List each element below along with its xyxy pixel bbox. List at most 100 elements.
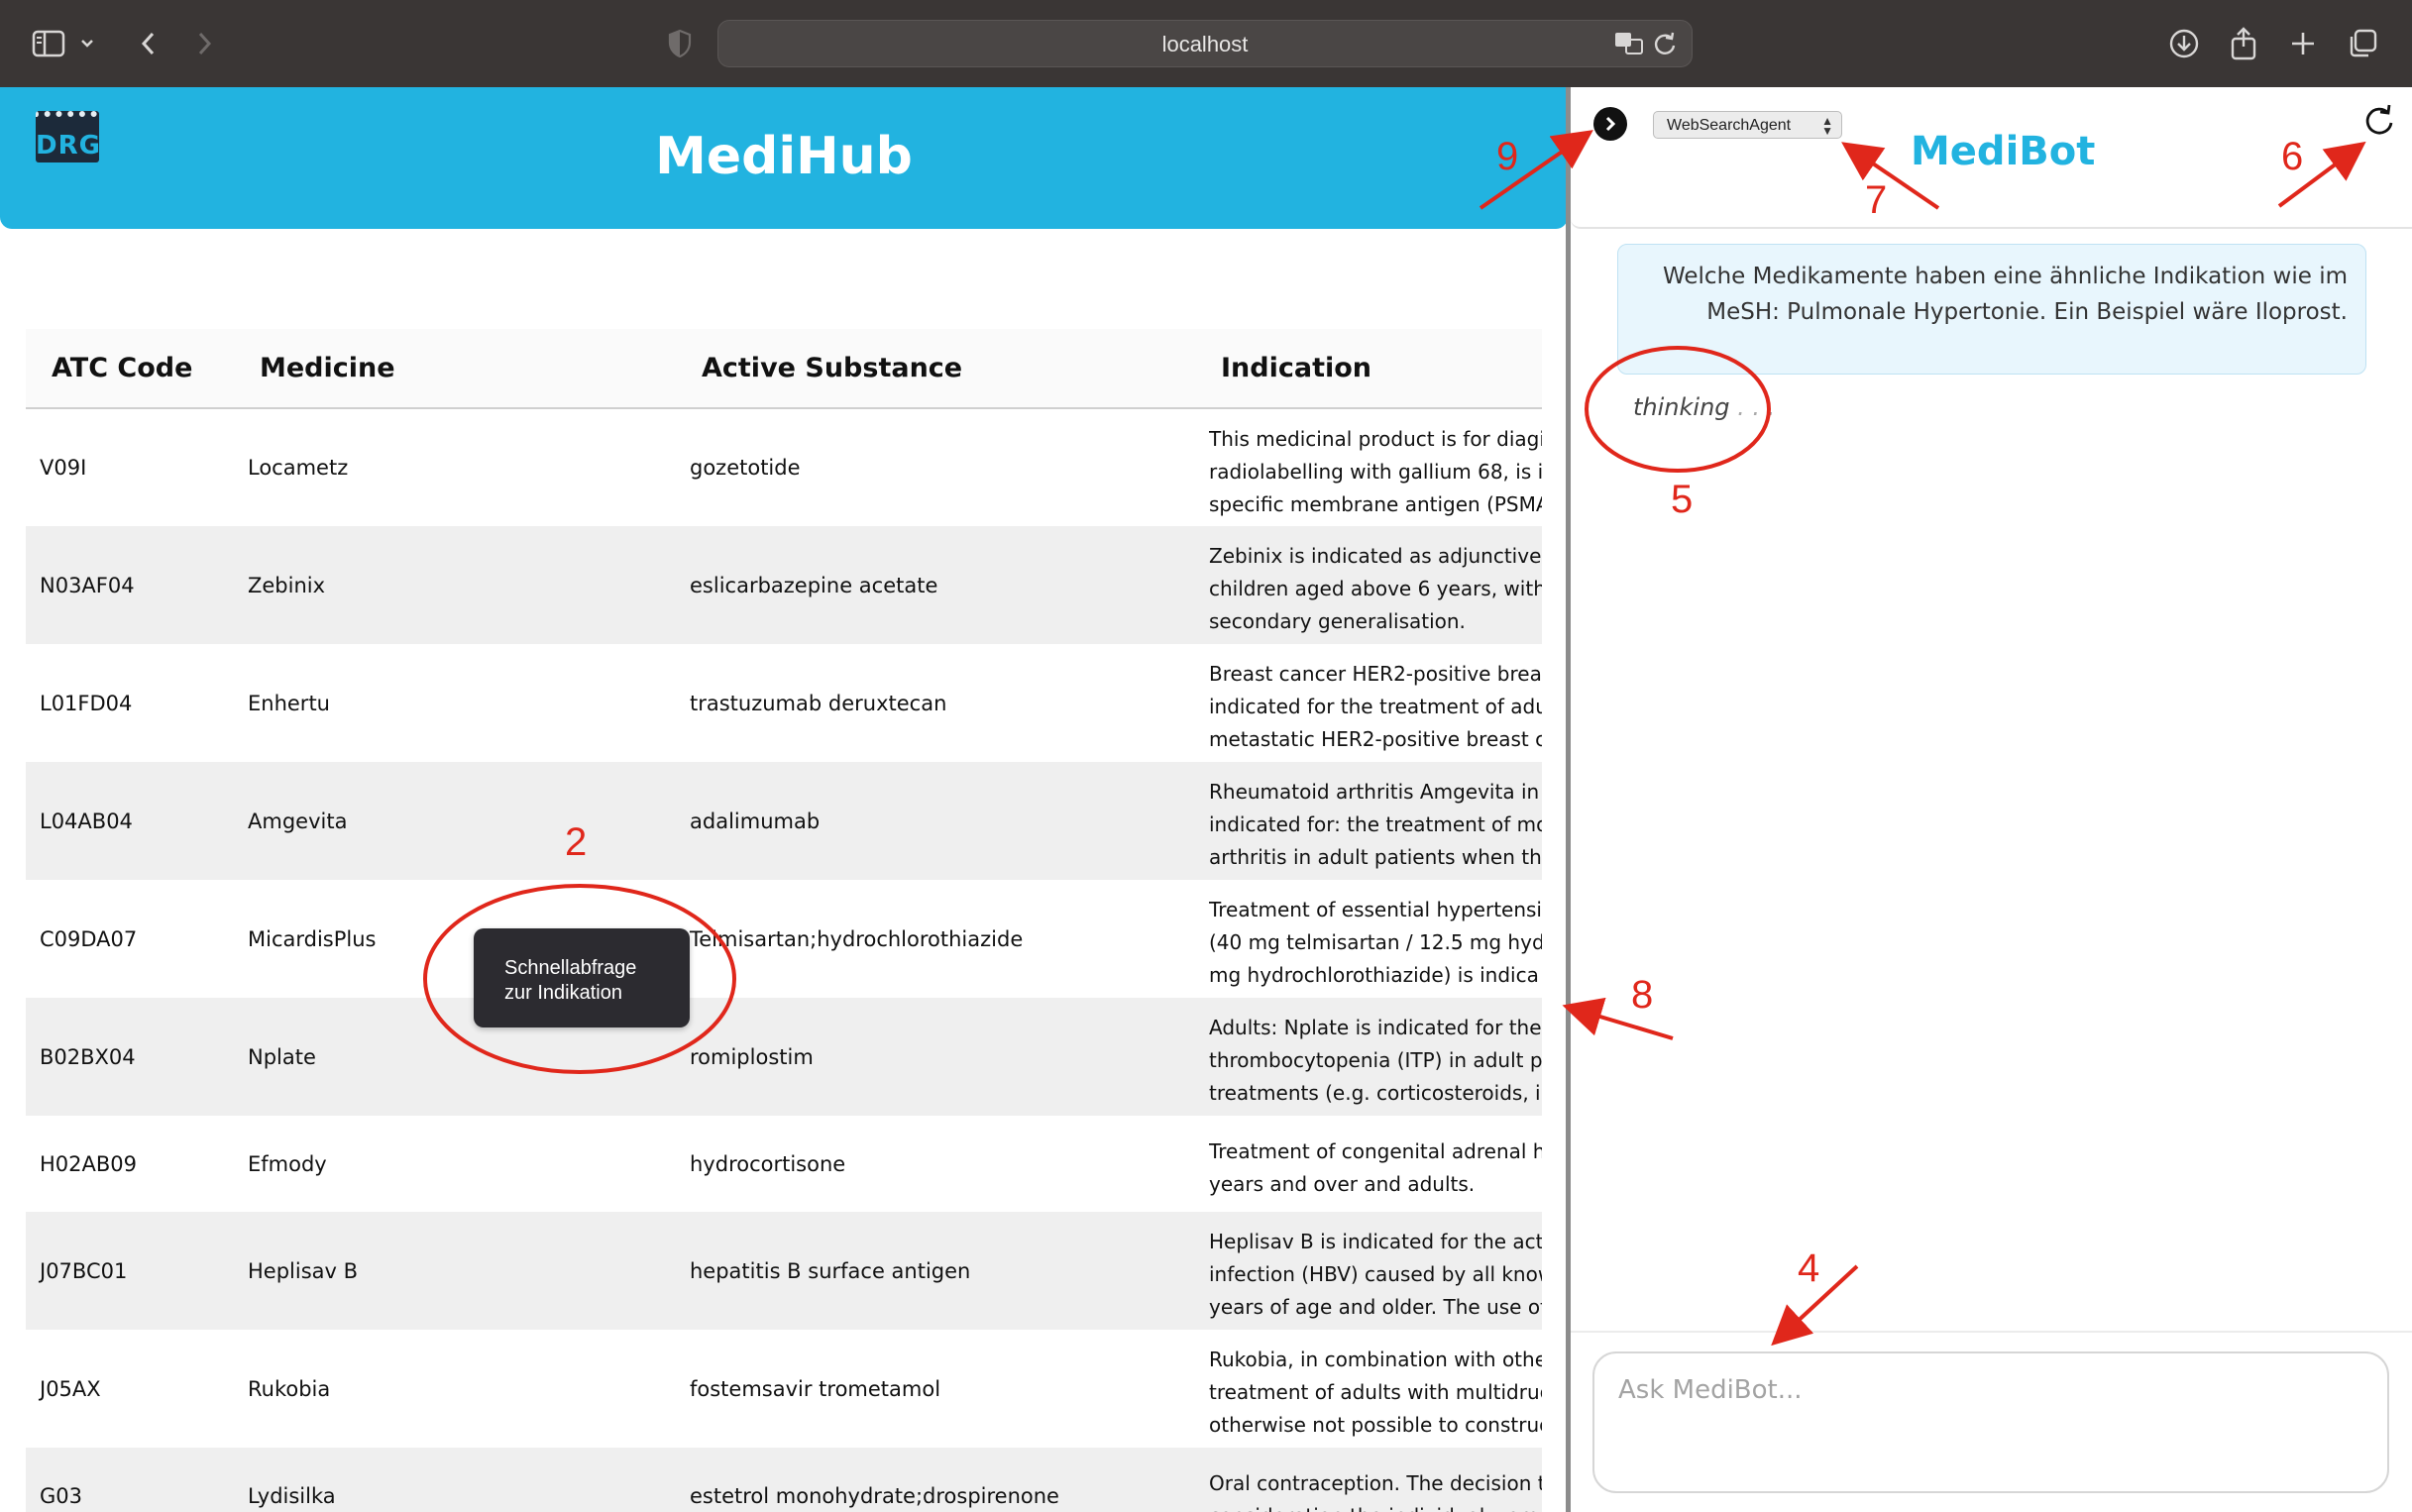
table-row[interactable]: L04AB04 Amgevita adalimumab Rheumatoid arth… xyxy=(26,762,1542,880)
atc-code-cell: J05AX xyxy=(40,1376,101,1401)
chevron-down-icon[interactable] xyxy=(75,24,99,63)
quick-query-tooltip[interactable]: Schnellabfrage zur Indikation xyxy=(474,928,690,1027)
downloads-icon[interactable] xyxy=(2164,24,2204,63)
annotation-arrow-8 xyxy=(1562,997,1674,1040)
sidebar-toggle-icon[interactable] xyxy=(30,24,69,63)
indication-line: metastatic HER2-positive breast c xyxy=(1209,727,1542,751)
forward-icon[interactable] xyxy=(184,24,224,63)
user-message-line-2: MeSH: Pulmonale Hypertonie. Ein Beispiel… xyxy=(1706,299,2348,325)
annotation-label-2: 2 xyxy=(565,820,588,864)
table-row[interactable]: J07BC01 Heplisav B hepatitis B surface ant… xyxy=(26,1212,1542,1330)
indication-line: children aged above 6 years, with xyxy=(1209,577,1542,600)
indication-cell[interactable]: This medicinal product is for diagi radio… xyxy=(1195,408,1542,526)
refresh-chat-button[interactable] xyxy=(2362,103,2396,137)
annotation-label-9: 9 xyxy=(1496,135,1519,178)
column-header-atc[interactable]: ATC Code xyxy=(26,329,234,409)
chevron-right-icon xyxy=(1605,116,1616,132)
atc-code-cell: H02AB09 xyxy=(40,1151,138,1176)
medicine-cell: Zebinix xyxy=(248,573,326,597)
indication-cell[interactable]: Heplisav B is indicated for the acti infe… xyxy=(1195,1212,1542,1330)
thinking-dots: . . . xyxy=(1737,393,1776,421)
indication-line: infection (HBV) caused by all know xyxy=(1209,1262,1542,1286)
tooltip-line-1: Schnellabfrage xyxy=(504,957,637,979)
composer-separator xyxy=(1571,1331,2412,1333)
table-row[interactable]: L01FD04 Enhertu trastuzumab deruxtecan Brea… xyxy=(26,644,1542,762)
indication-cell[interactable]: Treatment of essential hypertensi (40 mg … xyxy=(1195,880,1542,998)
indication-line: specific membrane antigen (PSMA xyxy=(1209,491,1542,516)
translate-icon[interactable] xyxy=(1614,31,1644,58)
thinking-label: thinking xyxy=(1633,393,1730,421)
table-row[interactable]: J05AX Rukobia fostemsavir trometamol Rukobi… xyxy=(26,1330,1542,1448)
indication-line: Rukobia, in combination with othe xyxy=(1209,1348,1542,1371)
table-row[interactable]: B02BX04 Nplate romiplostim Adults: Nplate i… xyxy=(26,998,1542,1116)
atc-code-cell: C09DA07 xyxy=(40,926,138,951)
new-tab-icon[interactable] xyxy=(2283,24,2323,63)
substance-cell: Telmisartan;hydrochlorothiazide xyxy=(690,926,1024,951)
medicine-cell: Efmody xyxy=(248,1151,327,1176)
indication-line: Treatment of congenital adrenal h xyxy=(1209,1138,1542,1163)
indication-line: Breast cancer HER2-positive breas xyxy=(1209,662,1542,686)
app-title: MediHub xyxy=(655,127,913,186)
indication-line: indicated for the treatment of adu xyxy=(1209,695,1542,718)
column-header-medicine[interactable]: Medicine xyxy=(234,329,676,409)
indication-cell[interactable]: Treatment of congenital adrenal h years a… xyxy=(1195,1116,1542,1212)
indication-line: Treatment of essential hypertensi xyxy=(1209,898,1542,921)
panel-resize-divider[interactable] xyxy=(1566,87,1571,1512)
indication-line: Rheumatoid arthritis Amgevita in xyxy=(1209,780,1540,804)
medicine-cell: Heplisav B xyxy=(248,1258,359,1283)
substance-cell: hepatitis B surface antigen xyxy=(690,1258,971,1283)
indication-cell[interactable]: Rheumatoid arthritis Amgevita in indicate… xyxy=(1195,762,1542,880)
indication-line: thrombocytopenia (ITP) in adult p xyxy=(1209,1048,1542,1072)
medihub-header: DRG MediHub xyxy=(0,87,1568,229)
substance-cell: eslicarbazepine acetate xyxy=(690,573,938,597)
indication-line: years and over and adults. xyxy=(1209,1171,1476,1196)
tooltip-line-2: zur Indikation xyxy=(504,982,622,1004)
back-icon[interactable] xyxy=(129,24,168,63)
table-row[interactable]: G03 Lydisilka estetrol monohydrate;drospir… xyxy=(26,1448,1542,1512)
indication-line: mg hydrochlorothiazide) is indica xyxy=(1209,963,1539,987)
indication-cell[interactable]: Oral contraception. The decision t consid… xyxy=(1195,1448,1542,1512)
atc-code-cell: J07BC01 xyxy=(40,1258,128,1283)
table-row[interactable]: V09I Locametz gozetotide This medicinal pro… xyxy=(26,408,1542,526)
privacy-shield-icon xyxy=(660,24,700,63)
atc-code-cell: B02BX04 xyxy=(40,1044,136,1069)
url-text: localhost xyxy=(1161,32,1249,56)
chat-composer[interactable] xyxy=(1592,1351,2389,1493)
agent-select-value: WebSearchAgent xyxy=(1667,117,1792,134)
indication-line: radiolabelling with gallium 68, is ir xyxy=(1209,459,1542,484)
address-bar[interactable]: localhost xyxy=(717,20,1693,67)
annotation-label-8: 8 xyxy=(1631,973,1654,1017)
indication-line: consideration the individual wom xyxy=(1209,1500,1542,1512)
agent-select[interactable]: WebSearchAgent ▲ ▼ xyxy=(1653,111,1842,139)
atc-code-cell: L01FD04 xyxy=(40,691,133,715)
atc-code-cell: N03AF04 xyxy=(40,573,135,597)
browser-toolbar: localhost xyxy=(0,0,2412,87)
medicine-cell: Enhertu xyxy=(248,691,330,715)
tab-overview-icon[interactable] xyxy=(2343,24,2382,63)
table-row[interactable]: H02AB09 Efmody hydrocortisone Treatment of … xyxy=(26,1116,1542,1212)
medicine-table: ATC Code Medicine Active Substance Indic… xyxy=(26,329,1542,1512)
share-icon[interactable] xyxy=(2224,24,2263,63)
indication-cell[interactable]: Rukobia, in combination with othe treatme… xyxy=(1195,1330,1542,1448)
table-row[interactable]: C09DA07 MicardisPlus Telmisartan;hydrochlo… xyxy=(26,880,1542,998)
atc-code-cell: L04AB04 xyxy=(40,809,133,833)
reload-icon[interactable] xyxy=(1652,31,1680,58)
substance-cell: estetrol monohydrate;drospirenone xyxy=(690,1483,1059,1508)
column-header-substance[interactable]: Active Substance xyxy=(676,329,1195,409)
indication-cell[interactable]: Zebinix is indicated as adjunctive childr… xyxy=(1195,526,1542,644)
substance-cell: romiplostim xyxy=(690,1044,814,1069)
collapse-panel-button[interactable] xyxy=(1593,107,1627,141)
chat-input[interactable] xyxy=(1618,1375,2352,1405)
atc-code-cell: V09I xyxy=(40,456,87,480)
column-header-indication[interactable]: Indication xyxy=(1195,329,1542,409)
medicine-cell: Lydisilka xyxy=(248,1483,336,1508)
medicine-cell: Rukobia xyxy=(248,1376,331,1401)
indication-cell[interactable]: Adults: Nplate is indicated for the throm… xyxy=(1195,998,1542,1116)
table-row[interactable]: N03AF04 Zebinix eslicarbazepine acetate Zeb… xyxy=(26,526,1542,644)
thinking-indicator: thinking . . . xyxy=(1633,393,1775,421)
indication-line: Zebinix is indicated as adjunctive xyxy=(1209,544,1542,568)
indication-cell[interactable]: Breast cancer HER2-positive breas indicat… xyxy=(1195,644,1542,762)
indication-line: secondary generalisation. xyxy=(1209,609,1466,633)
annotation-label-5: 5 xyxy=(1671,478,1694,521)
indication-line: arthritis in adult patients when the xyxy=(1209,845,1542,869)
